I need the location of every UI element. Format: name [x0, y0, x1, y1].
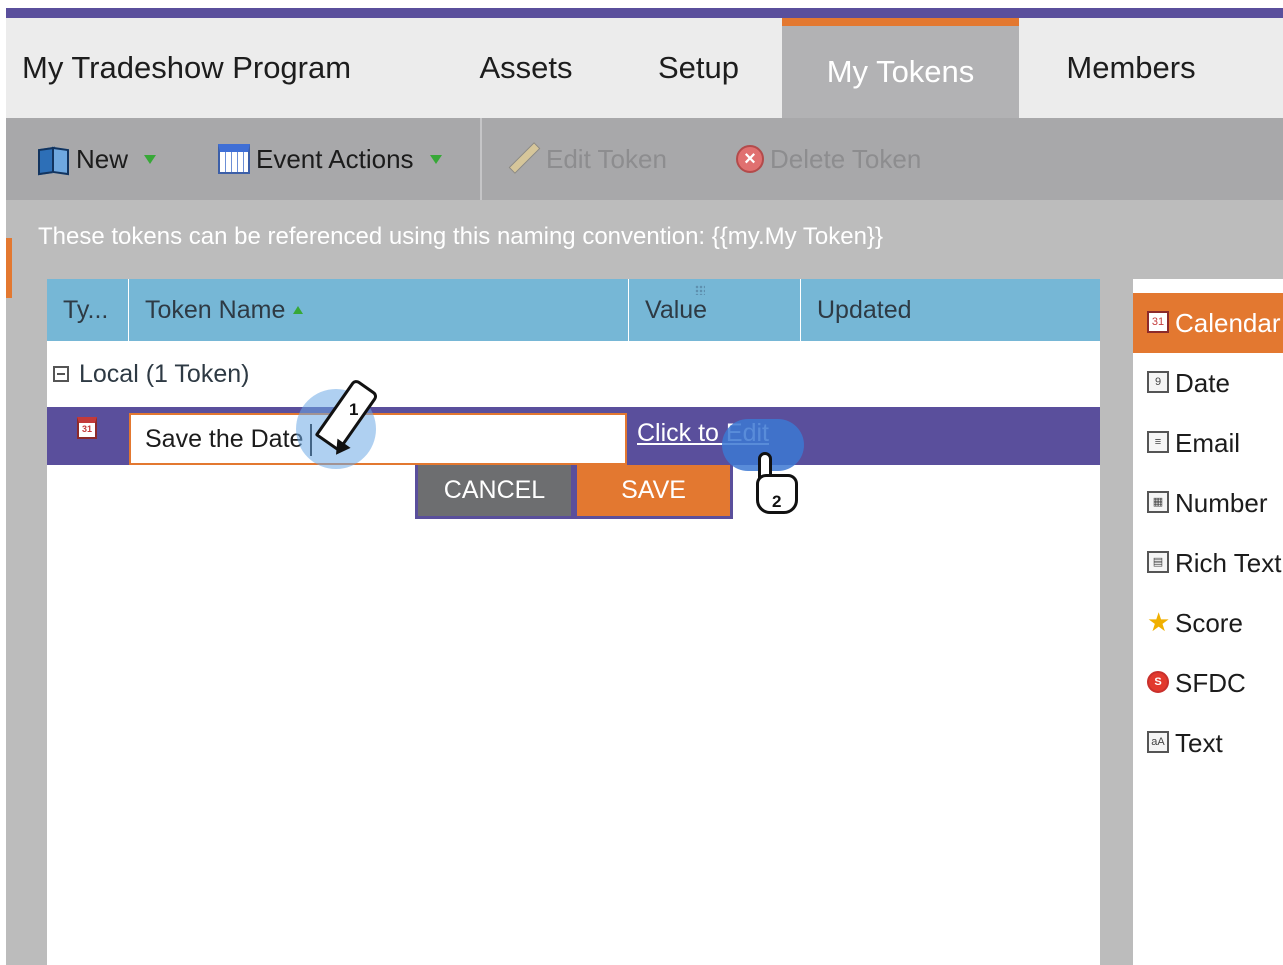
token-type-label: Score	[1175, 607, 1243, 638]
column-header-updated[interactable]: Updated	[801, 279, 1100, 341]
token-type-label: SFDC	[1175, 667, 1246, 698]
sort-ascending-icon	[293, 306, 304, 314]
table-row[interactable]: 31 Click to Edit	[47, 407, 1100, 465]
book-icon	[36, 145, 70, 173]
token-type-score[interactable]: ★ Score	[1133, 593, 1283, 653]
grid-header: Ty... Token Name Value Updated	[47, 279, 1100, 341]
token-type-text[interactable]: aA Text	[1133, 713, 1283, 773]
token-type-label: Text	[1175, 727, 1223, 758]
group-row-local[interactable]: Local (1 Token)	[47, 341, 1100, 407]
group-label: Local (1 Token)	[79, 359, 250, 388]
token-type-date[interactable]: 9 Date	[1133, 353, 1283, 413]
calendar-icon: 31	[1147, 311, 1169, 333]
token-type-label: Date	[1175, 367, 1230, 398]
token-type-rich-text[interactable]: ▤ Rich Text	[1133, 533, 1283, 593]
star-icon: ★	[1147, 607, 1171, 637]
token-types-panel: 31 Calendar 9 Date ≡ Email ▦ Number ▤ Ri…	[1133, 279, 1283, 965]
token-type-calendar[interactable]: 31 Calendar	[1133, 293, 1283, 353]
token-type-label: Email	[1175, 427, 1241, 458]
calendar-icon	[218, 144, 250, 174]
calendar-icon: 31	[77, 417, 97, 439]
calculator-icon: ▦	[1147, 491, 1169, 513]
tokens-grid: Ty... Token Name Value Updated Local (1 …	[47, 279, 1100, 965]
delete-token-button[interactable]: × Delete Token	[736, 118, 921, 200]
token-type-label: Number	[1175, 487, 1268, 518]
pencil-icon	[506, 142, 540, 176]
column-header-type[interactable]: Ty...	[47, 279, 129, 341]
tab-bar: My Tradeshow Program Assets Setup My Tok…	[6, 18, 1283, 118]
delete-icon: ×	[736, 145, 764, 173]
top-border	[0, 0, 1283, 18]
left-edge-marker	[6, 238, 12, 298]
toolbar-divider	[480, 118, 482, 200]
tab-setup[interactable]: Setup	[636, 18, 761, 118]
event-actions-button[interactable]: Event Actions	[218, 118, 442, 200]
column-token-name-label: Token Name	[145, 295, 286, 324]
sfdc-icon: S	[1147, 671, 1169, 693]
save-button[interactable]: SAVE	[577, 465, 730, 516]
column-type-label: Ty...	[63, 295, 109, 324]
top-accent-line	[6, 8, 1283, 18]
column-updated-label: Updated	[817, 295, 912, 324]
token-name-input[interactable]	[129, 413, 627, 465]
rich-text-icon: ▤	[1147, 551, 1169, 573]
naming-convention-info: These tokens can be referenced using thi…	[38, 223, 883, 250]
column-header-value[interactable]: Value	[629, 279, 801, 341]
delete-token-label: Delete Token	[770, 143, 922, 174]
token-type-sfdc[interactable]: S SFDC	[1133, 653, 1283, 713]
token-type-email[interactable]: ≡ Email	[1133, 413, 1283, 473]
tab-my-tradeshow-program[interactable]: My Tradeshow Program	[22, 18, 412, 118]
tab-my-tokens[interactable]: My Tokens	[782, 18, 1019, 118]
step-2-number: 2	[772, 492, 782, 511]
edit-token-label: Edit Token	[546, 143, 667, 174]
column-value-label: Value	[645, 295, 708, 324]
toolbar: New Event Actions Edit Token × Delete To…	[6, 118, 1283, 200]
edit-buttons-bar: CANCEL SAVE	[415, 465, 733, 519]
cancel-button[interactable]: CANCEL	[418, 465, 571, 516]
step-1-number: 1	[349, 400, 359, 419]
new-button[interactable]: New	[36, 118, 157, 200]
app-frame: My Tradeshow Program Assets Setup My Tok…	[6, 18, 1283, 965]
date-icon: 9	[1147, 371, 1169, 393]
dropdown-arrow-icon	[144, 154, 157, 164]
dropdown-arrow-icon	[429, 154, 442, 164]
token-type-label: Calendar	[1175, 307, 1281, 338]
token-type-label: Rich Text	[1175, 547, 1282, 578]
column-header-token-name[interactable]: Token Name	[129, 279, 705, 341]
tab-assets[interactable]: Assets	[461, 18, 591, 118]
tab-members[interactable]: Members	[1046, 18, 1216, 118]
edit-token-button[interactable]: Edit Token	[506, 118, 667, 200]
event-actions-label: Event Actions	[256, 143, 414, 174]
text-icon: aA	[1147, 731, 1169, 753]
new-label: New	[76, 143, 129, 174]
email-script-icon: ≡	[1147, 431, 1169, 453]
token-type-number[interactable]: ▦ Number	[1133, 473, 1283, 533]
collapse-icon[interactable]	[53, 366, 69, 382]
